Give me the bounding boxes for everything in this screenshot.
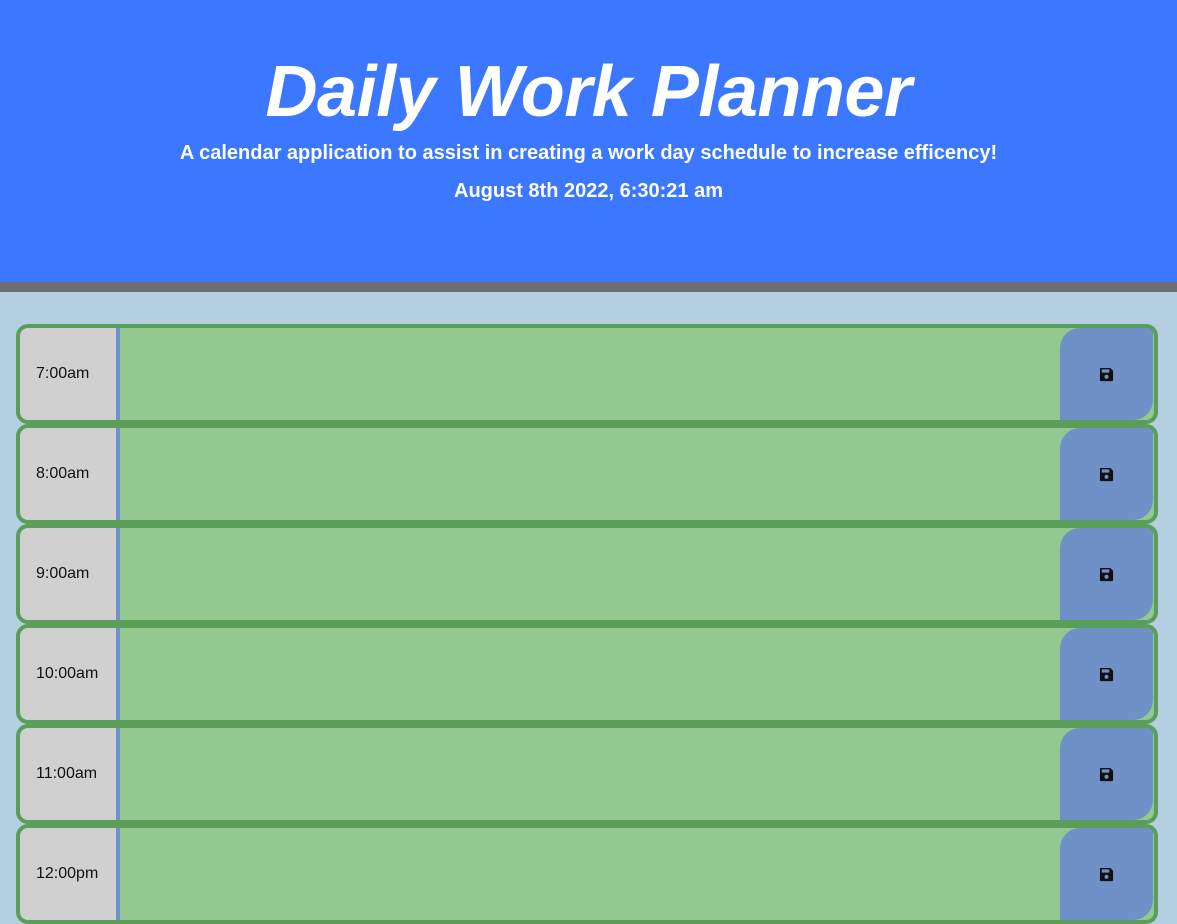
save-button[interactable]: [1060, 328, 1153, 420]
time-block: 9:00am: [16, 524, 1158, 624]
time-block: 10:00am: [16, 624, 1158, 724]
save-button[interactable]: [1060, 728, 1153, 820]
time-block: 12:00pm: [16, 824, 1158, 924]
page-header: Daily Work Planner A calendar applicatio…: [0, 0, 1177, 292]
description-input[interactable]: [120, 528, 1060, 620]
description-input[interactable]: [120, 728, 1060, 820]
hour-label: 11:00am: [20, 728, 120, 820]
current-date-time: August 8th 2022, 6:30:21 am: [454, 180, 723, 202]
floppy-disk-icon: [1099, 867, 1114, 881]
description-input[interactable]: [120, 428, 1060, 520]
hour-label: 7:00am: [20, 328, 120, 420]
description-input[interactable]: [120, 328, 1060, 420]
hour-label: 9:00am: [20, 528, 120, 620]
hour-label: 8:00am: [20, 428, 120, 520]
time-block: 11:00am: [16, 724, 1158, 824]
floppy-disk-icon: [1099, 767, 1114, 781]
save-button[interactable]: [1060, 628, 1153, 720]
page-title: Daily Work Planner: [265, 52, 912, 132]
page-subtitle: A calendar application to assist in crea…: [179, 142, 998, 164]
floppy-disk-icon: [1099, 367, 1114, 381]
description-input[interactable]: [120, 628, 1060, 720]
hour-label: 10:00am: [20, 628, 120, 720]
time-block: 8:00am: [16, 424, 1158, 524]
description-input[interactable]: [120, 828, 1060, 920]
save-button[interactable]: [1060, 528, 1153, 620]
floppy-disk-icon: [1099, 567, 1114, 581]
time-block: 7:00am: [16, 324, 1158, 424]
save-button[interactable]: [1060, 428, 1153, 520]
floppy-disk-icon: [1099, 667, 1114, 681]
floppy-disk-icon: [1099, 467, 1114, 481]
save-button[interactable]: [1060, 828, 1153, 920]
planner-container: 7:00am 8:00am 9:00am 10:00am 11:00am 12:: [16, 324, 1158, 924]
hour-label: 12:00pm: [20, 828, 120, 920]
